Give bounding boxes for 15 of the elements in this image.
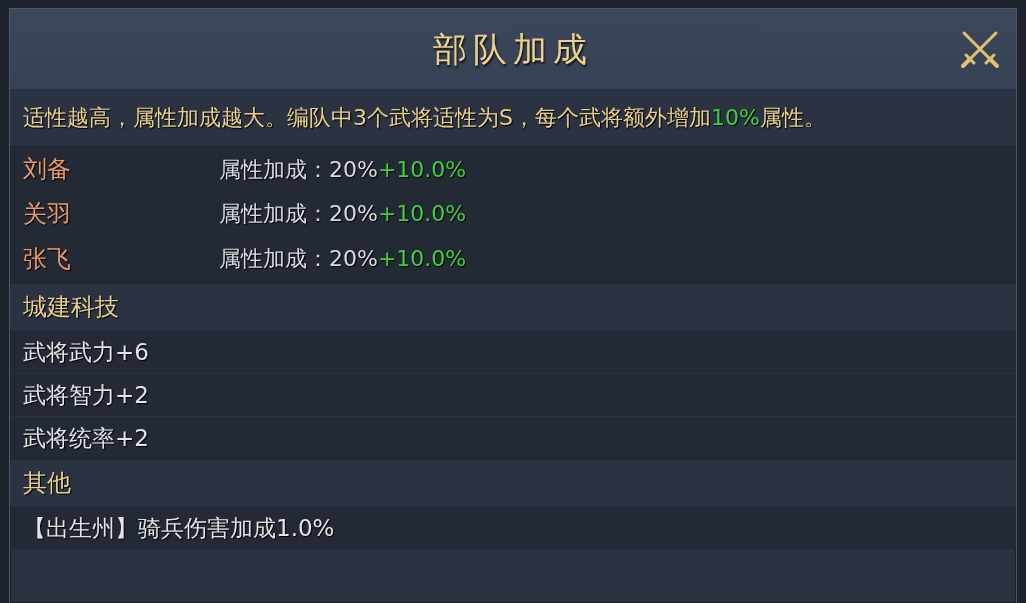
bonus-entry: 武将统率+2 bbox=[23, 423, 149, 453]
section-heading: 其他 bbox=[23, 468, 71, 499]
general-name: 张飞 bbox=[23, 243, 72, 275]
bonus-entry: 武将武力+6 bbox=[23, 337, 149, 367]
general-name: 关羽 bbox=[23, 199, 72, 230]
description-text: 适性越高，属性加成越大。编队中3个武将适性为S，每个武将额外增加10%属性。 bbox=[23, 104, 826, 132]
section-heading: 城建科技 bbox=[23, 292, 119, 323]
attribute-bonus-text: 属性加成：20%+10.0% bbox=[219, 155, 467, 184]
general-name: 刘备 bbox=[23, 154, 72, 186]
crossed-swords-icon bbox=[960, 29, 1000, 69]
attribute-bonus-text: 属性加成：20%+10.0% bbox=[219, 245, 467, 274]
attribute-bonus-text: 属性加成：20%+10.0% bbox=[219, 200, 467, 229]
bonus-entry: 武将智力+2 bbox=[23, 380, 149, 410]
bonus-entry: 【出生州】骑兵伤害加成1.0% bbox=[23, 513, 335, 543]
window-title: 部队加成 bbox=[433, 27, 593, 71]
